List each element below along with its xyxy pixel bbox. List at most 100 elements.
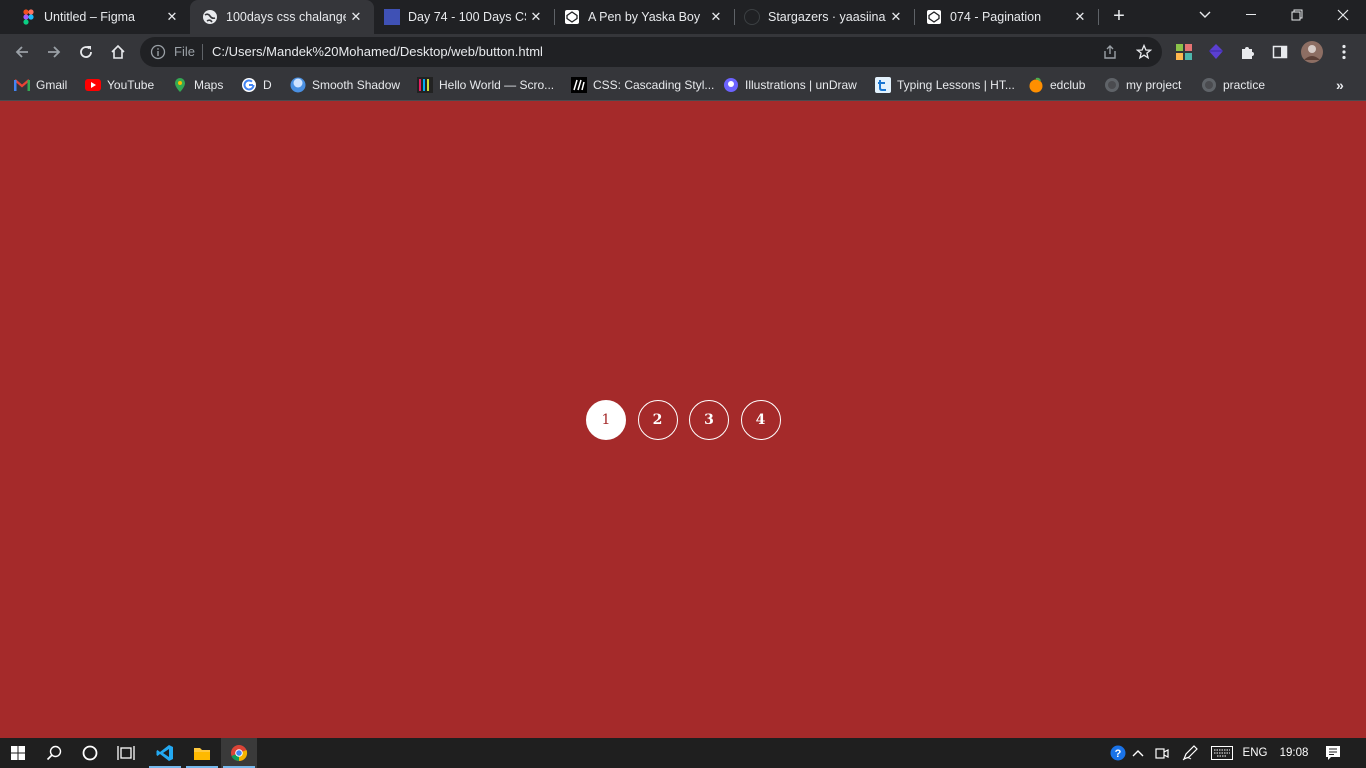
address-bar[interactable]: File C:/Users/Mandek%20Mohamed/Desktop/w… (140, 37, 1162, 67)
tab-title: 100days css chalange (226, 10, 346, 24)
side-panel-icon[interactable] (1266, 38, 1294, 66)
bookmark-youtube[interactable]: YouTube (85, 76, 154, 94)
close-tab-icon[interactable]: ✕ (886, 9, 906, 25)
bookmark-practice[interactable]: practice (1201, 76, 1265, 94)
bookmark-label: CSS: Cascading Styl... (593, 78, 715, 92)
figma-icon (20, 9, 36, 25)
bookmark-typing[interactable]: Typing Lessons | HT... (875, 76, 1015, 94)
tab-title: 074 - Pagination (950, 10, 1042, 24)
bookmark-smooth-shadow[interactable]: Smooth Shadow (290, 76, 400, 94)
globe-icon (202, 9, 218, 25)
bookmark-label: practice (1223, 78, 1266, 92)
tab-title: A Pen by Yaska Boy (588, 10, 701, 24)
youtube-icon (85, 77, 101, 93)
profile-avatar[interactable] (1298, 38, 1326, 66)
pagination: 1 2 3 4 (586, 400, 792, 440)
url-text[interactable]: C:/Users/Mandek%20Mohamed/Desktop/web/bu… (212, 44, 543, 59)
bookmark-edclub[interactable]: edclub (1028, 76, 1085, 94)
file-explorer-icon[interactable] (184, 738, 220, 768)
extension-grid-icon[interactable] (1170, 38, 1198, 66)
restore-button[interactable] (1274, 0, 1320, 30)
language-indicator[interactable]: ENG (1238, 738, 1272, 768)
info-icon[interactable] (150, 44, 166, 60)
bookmark-my-project[interactable]: my project (1104, 76, 1181, 94)
tab-title: Untitled – Figma (44, 10, 136, 24)
reload-button[interactable] (72, 38, 100, 66)
page-button-1[interactable]: 1 (586, 400, 626, 440)
tab-title: Day 74 - 100 Days CSS (408, 10, 526, 24)
vscode-icon[interactable] (147, 738, 183, 768)
tab-yaska-pen[interactable]: A Pen by Yaska Boy ✕ (554, 0, 734, 34)
bookmark-label: YouTube (107, 78, 155, 92)
bookmark-label: D (263, 78, 272, 92)
codepen-icon (926, 9, 942, 25)
bookmark-label: edclub (1050, 78, 1086, 92)
close-tab-icon[interactable]: ✕ (346, 9, 366, 25)
bookmark-label: Illustrations | unDraw (745, 78, 857, 92)
notifications-icon[interactable] (1322, 738, 1344, 768)
back-button[interactable] (8, 38, 36, 66)
globe-icon (1104, 77, 1120, 93)
tab-search-button[interactable] (1182, 0, 1228, 30)
close-tab-icon[interactable]: ✕ (162, 9, 182, 25)
svg-text:?: ? (1115, 748, 1122, 760)
task-view-icon[interactable] (108, 738, 144, 768)
bookmark-label: Smooth Shadow (312, 78, 401, 92)
bookmark-gmail[interactable]: Gmail (14, 76, 67, 94)
bookmark-label: my project (1126, 78, 1182, 92)
tab-figma[interactable]: Untitled – Figma ✕ (0, 0, 190, 34)
bookmark-d[interactable]: D (241, 76, 272, 94)
touch-keyboard-icon[interactable] (1208, 738, 1236, 768)
bookmark-label: Hello World — Scro... (439, 78, 555, 92)
tab-pagination[interactable]: 074 - Pagination ✕ (914, 0, 1098, 34)
share-icon[interactable] (1102, 44, 1118, 60)
tab-day74[interactable]: Day 74 - 100 Days CSS ✕ (374, 0, 554, 34)
gmail-icon (14, 77, 30, 93)
smooth-shadow-icon (290, 77, 306, 93)
forward-button[interactable] (40, 38, 68, 66)
search-icon[interactable] (36, 738, 72, 768)
tab-100days[interactable]: 100days css chalange ✕ (190, 0, 374, 34)
address-separator (202, 44, 203, 60)
page-button-2[interactable]: 2 (637, 400, 678, 440)
close-tab-icon[interactable]: ✕ (1070, 9, 1090, 25)
extension-gem-icon[interactable] (1202, 38, 1230, 66)
chrome-icon[interactable] (221, 738, 257, 768)
extensions-puzzle-icon[interactable] (1234, 38, 1262, 66)
page-button-3[interactable]: 3 (689, 400, 729, 440)
page-button-4[interactable]: 4 (740, 400, 781, 440)
show-hidden-icons-icon[interactable] (1129, 738, 1147, 768)
bookmark-hello-world[interactable]: Hello World — Scro... (417, 76, 554, 94)
bookmark-maps[interactable]: Maps (172, 76, 223, 94)
close-tab-icon[interactable]: ✕ (526, 9, 546, 25)
github-icon (744, 9, 760, 25)
help-icon[interactable]: ? (1108, 738, 1128, 768)
browser-toolbar: File C:/Users/Mandek%20Mohamed/Desktop/w… (0, 34, 1366, 70)
menu-kebab-icon[interactable] (1330, 38, 1358, 66)
page-viewport: 1 2 3 4 (0, 102, 1366, 738)
cortana-icon[interactable] (72, 738, 108, 768)
edclub-icon (1028, 77, 1044, 93)
close-window-button[interactable] (1320, 0, 1366, 30)
close-tab-icon[interactable]: ✕ (706, 9, 726, 25)
clock[interactable]: 19:08 (1274, 738, 1314, 768)
hello-world-icon (417, 77, 433, 93)
tab-stargazers[interactable]: Stargazers · yaasiinaxm ✕ (734, 0, 914, 34)
home-button[interactable] (104, 38, 132, 66)
bookmark-label: Maps (194, 78, 224, 92)
bookmark-label: Gmail (36, 78, 68, 92)
minimize-button[interactable] (1228, 0, 1274, 30)
bookmarks-bar: Gmail YouTube Maps D Smooth Shadow Hello… (0, 70, 1366, 101)
star-icon[interactable] (1135, 43, 1153, 60)
windows-taskbar: ? ENG 19:08 (0, 738, 1366, 768)
meet-now-icon[interactable] (1152, 738, 1172, 768)
bookmark-mdn-css[interactable]: CSS: Cascading Styl... (571, 76, 714, 94)
bookmark-undraw[interactable]: Illustrations | unDraw (723, 76, 857, 94)
bookmark-label: Typing Lessons | HT... (897, 78, 1015, 92)
new-tab-button[interactable]: + (1108, 5, 1130, 27)
pen-workspace-icon[interactable] (1179, 738, 1201, 768)
more-bookmarks-button[interactable]: » (1336, 77, 1344, 93)
mdn-icon (571, 77, 587, 93)
google-icon (241, 77, 257, 93)
start-button[interactable] (0, 738, 36, 768)
